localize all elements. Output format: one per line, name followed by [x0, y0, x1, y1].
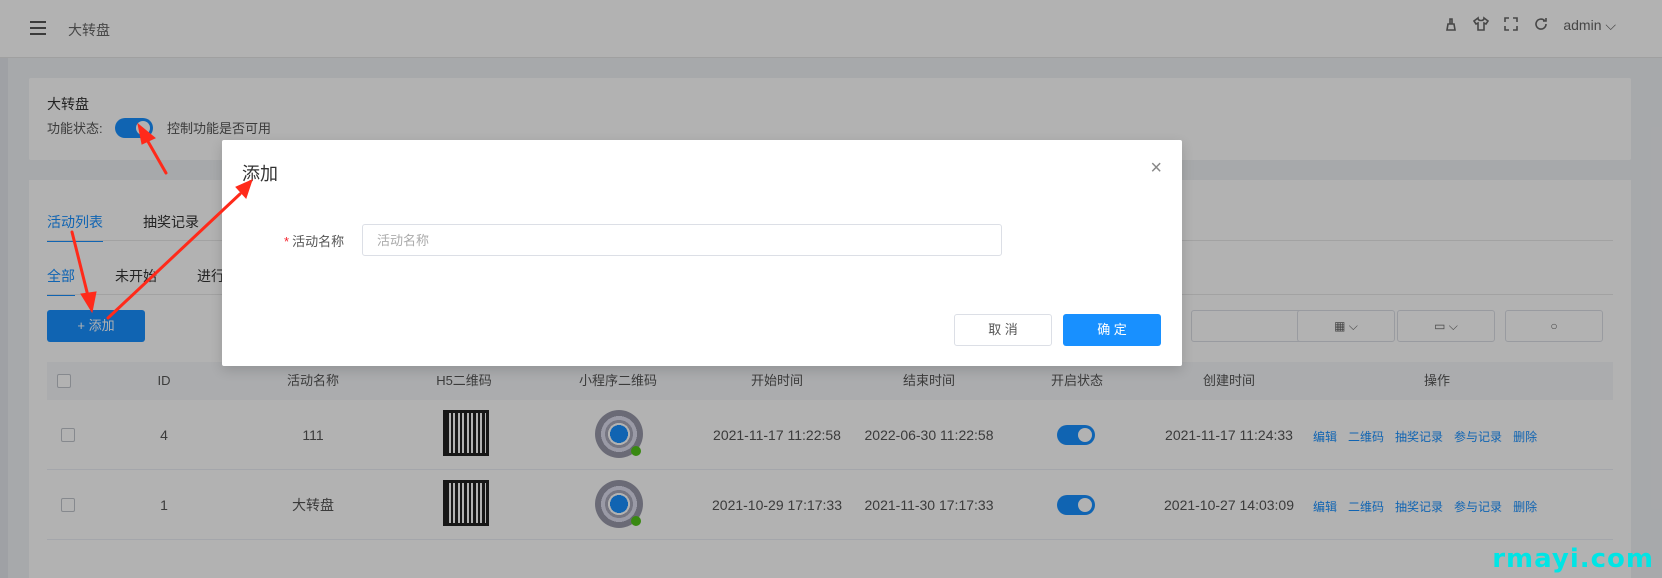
activity-name-label: * 活动名称: [284, 231, 344, 250]
activity-name-input[interactable]: [362, 224, 1002, 256]
add-dialog: 添加 × *活动名称 取 消 确 定: [222, 140, 1182, 366]
activity-name-label-text: 活动名称: [292, 234, 345, 249]
page: 大转盘 admin ⌵ 大转盘 功能状态: 控制功能是否可用 活动列表 抽奖记录…: [0, 0, 1662, 578]
confirm-button[interactable]: 确 定: [1063, 314, 1161, 346]
close-icon[interactable]: ×: [1150, 158, 1162, 178]
required-mark: *: [284, 234, 290, 249]
dialog-title: 添加: [242, 164, 278, 184]
watermark: rmayi.com: [1492, 544, 1654, 574]
cancel-button[interactable]: 取 消: [954, 314, 1052, 346]
